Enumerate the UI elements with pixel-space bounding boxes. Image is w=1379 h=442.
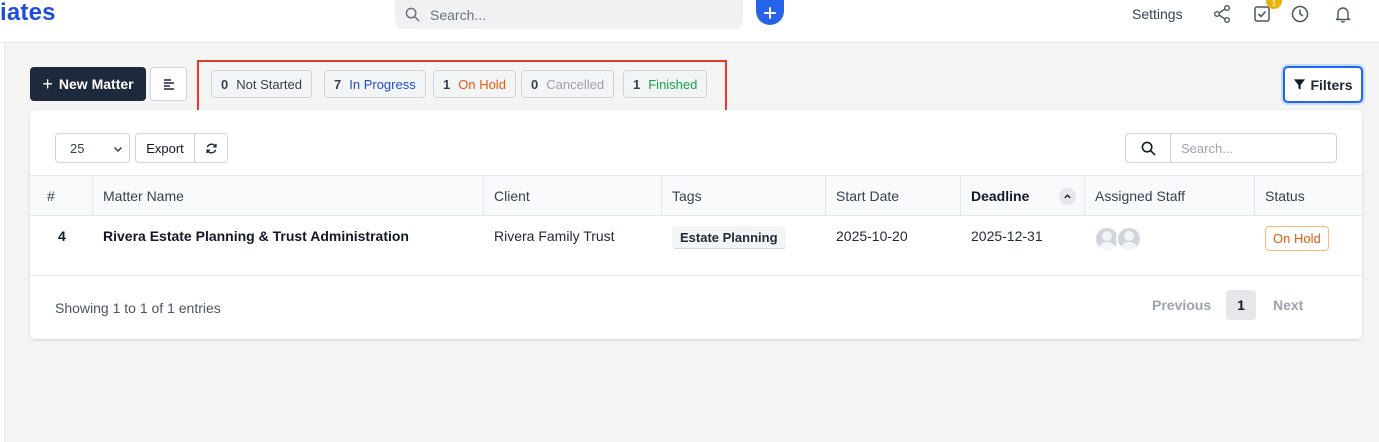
avatar[interactable] [1116,226,1142,252]
status-count: 7 [334,76,342,92]
per-page-value: 25 [70,140,85,156]
table-search-input[interactable] [1170,133,1337,163]
funnel-icon [1294,79,1306,90]
matters-table-card: 25 Export # Matter Name Client Tags Star… [30,110,1362,339]
align-left-icon [163,79,174,90]
assigned-staff-avatars[interactable] [1094,226,1154,252]
new-matter-button[interactable]: + New Matter [30,67,146,101]
bell-icon[interactable] [1333,4,1353,24]
left-sidebar-edge [0,43,5,442]
filters-button[interactable]: Filters [1283,66,1363,103]
status-badge: On Hold [1265,226,1329,251]
user-silhouette-icon [1120,231,1138,250]
column-header-start-date[interactable]: Start Date [825,176,960,215]
matter-id: 4 [58,228,66,244]
user-silhouette-icon [1098,231,1116,250]
status-filter-on-hold[interactable]: 1 On Hold [433,70,516,98]
client-name[interactable]: Rivera Family Trust [494,228,615,244]
column-header-deadline[interactable]: Deadline [960,176,1084,215]
global-search-input[interactable] [430,6,730,23]
share-icon[interactable] [1212,4,1232,24]
entries-info: Showing 1 to 1 of 1 entries [55,300,221,316]
per-page-select[interactable]: 25 [55,133,130,163]
brand-name[interactable]: iates [0,0,56,26]
clock-icon[interactable] [1290,4,1310,24]
new-matter-label: New Matter [58,76,134,92]
start-date: 2025-10-20 [836,228,908,244]
column-header-matter-name[interactable]: Matter Name [92,176,483,215]
refresh-button[interactable] [194,133,228,163]
status-count: 1 [633,76,641,92]
column-header-client[interactable]: Client [483,176,661,215]
pagination-next[interactable]: Next [1273,297,1303,313]
column-header-number[interactable]: # [37,176,92,215]
table-search-button[interactable] [1125,133,1171,163]
status-label: On Hold [458,76,506,92]
settings-link[interactable]: Settings [1132,6,1183,22]
status-count: 1 [443,76,451,92]
plus-icon [764,6,776,19]
filters-label: Filters [1310,76,1353,93]
search-icon [1141,141,1155,155]
export-button[interactable]: Export [135,133,195,163]
status-filter-not-started[interactable]: 0 Not Started [211,70,312,98]
status-label: Cancelled [546,76,605,92]
plus-icon: + [42,74,53,94]
status-label: In Progress [349,76,416,92]
tag-badge: Estate Planning [672,226,786,249]
pagination-page-current[interactable]: 1 [1226,290,1256,320]
top-navbar: iates Settings 1 [0,0,1379,43]
matter-name-link[interactable]: Rivera Estate Planning & Trust Administr… [103,228,409,244]
sort-ascending-icon[interactable] [1059,188,1076,205]
refresh-icon [205,143,217,153]
quick-create-button[interactable] [756,0,784,25]
status-filter-in-progress[interactable]: 7 In Progress [324,70,426,98]
status-filter-finished[interactable]: 1 Finished [623,70,708,98]
column-header-assigned-staff[interactable]: Assigned Staff [1084,176,1254,215]
status-label: Not Started [236,76,302,92]
column-header-status[interactable]: Status [1254,176,1362,215]
status-label: Finished [648,76,698,92]
search-icon [405,7,420,22]
table-header: # Matter Name Client Tags Start Date Dea… [30,175,1362,216]
status-count: 0 [531,76,539,92]
pagination-previous[interactable]: Previous [1152,297,1211,313]
deadline-header-label: Deadline [971,187,1030,204]
status-filter-cancelled[interactable]: 0 Cancelled [521,70,615,98]
list-view-toggle[interactable] [150,67,187,101]
global-search[interactable] [395,0,743,29]
chevron-down-icon [113,146,123,153]
status-count: 0 [221,76,229,92]
deadline-date: 2025-12-31 [971,228,1043,244]
column-header-tags[interactable]: Tags [661,176,825,215]
